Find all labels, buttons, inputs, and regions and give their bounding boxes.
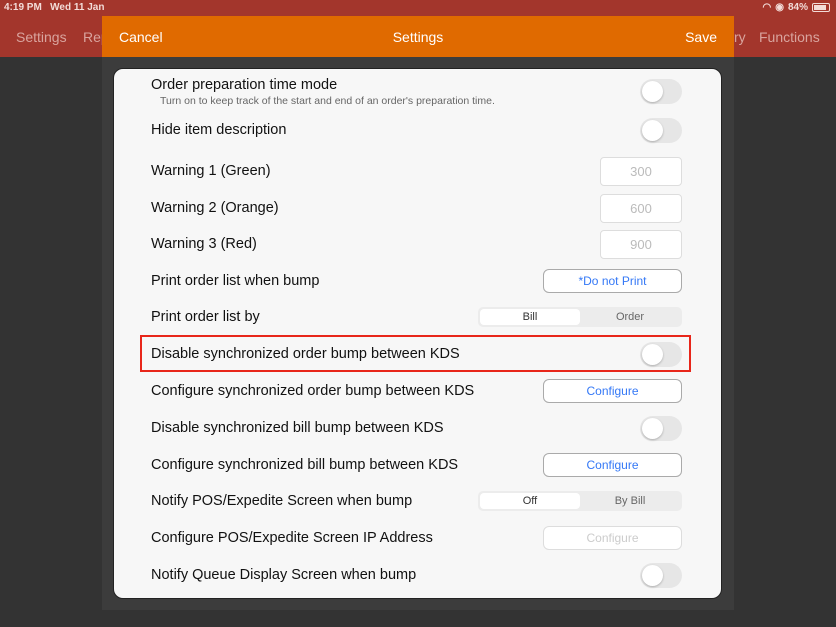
setting-row: Configure synchronized order bump betwee… (151, 373, 682, 409)
toggle-switch[interactable] (640, 562, 682, 588)
setting-label: Order preparation time mode (151, 77, 338, 93)
nav-functions[interactable]: Functions (759, 29, 820, 45)
toggle-switch[interactable] (640, 415, 682, 441)
setting-row: Warning 3 (Red) 900 (151, 226, 682, 262)
toggle-switch[interactable] (640, 79, 682, 104)
setting-label: Configure POS/Expedite Screen IP Address (151, 530, 433, 546)
setting-row: Configure synchronized bill bump between… (151, 447, 682, 483)
setting-label: Print order list when bump (151, 273, 320, 289)
configure-button[interactable]: Configure (543, 453, 682, 477)
setting-label: Disable synchronized bill bump between K… (151, 420, 444, 436)
orientation-lock-icon: ◉ (775, 2, 784, 13)
setting-row: Order preparation time mode Turn on to ke… (151, 69, 682, 107)
segment-option[interactable]: Off (480, 493, 580, 509)
setting-description: Turn on to keep track of the start and e… (160, 95, 495, 107)
configure-button[interactable]: Configure (543, 526, 682, 550)
battery-percent: 84% (787, 2, 808, 13)
settings-modal: Cancel Settings Save Order preparation t… (102, 16, 734, 610)
setting-label: Configure synchronized bill bump between… (151, 457, 459, 473)
settings-list[interactable]: Order preparation time mode Turn on to ke… (113, 68, 722, 599)
segment-option[interactable]: Bill (480, 309, 580, 325)
battery-icon (812, 3, 830, 12)
setting-row: Notify Queue Display Screen when bump (151, 557, 682, 593)
setting-row: Disable synchronized bill bump between K… (151, 410, 682, 446)
setting-row: Print order list by Bill Order (151, 299, 682, 335)
warning-input[interactable]: 900 (600, 229, 682, 259)
setting-label: Hide item description (151, 122, 287, 138)
modal-header: Cancel Settings Save (102, 16, 734, 57)
configure-button[interactable]: Configure (543, 379, 682, 403)
configure-button[interactable]: *Do not Print (543, 269, 682, 293)
highlight-box (140, 335, 691, 372)
setting-row: Hide item description (151, 112, 682, 148)
warning-input[interactable]: 600 (600, 193, 682, 223)
status-bar: 4:19 PM Wed 11 Jan ◠ ◉ 84% (0, 0, 836, 16)
warning-input[interactable]: 300 (600, 156, 682, 186)
setting-row: Configure POS/Expedite Screen IP Address… (151, 520, 682, 556)
setting-row: Notify POS/Expedite Screen when bump Off B… (151, 483, 682, 519)
setting-label: Print order list by (151, 309, 260, 325)
setting-label: Warning 3 (Red) (151, 236, 257, 252)
setting-label: Configure synchronized order bump betwee… (151, 383, 475, 399)
toggle-switch[interactable] (640, 117, 682, 143)
save-button[interactable]: Save (685, 29, 717, 45)
segment-option[interactable]: By Bill (580, 493, 680, 509)
segment-option[interactable]: Order (580, 309, 680, 325)
modal-title: Settings (392, 29, 444, 45)
segmented-control[interactable]: Off By Bill (478, 491, 682, 511)
wifi-icon: ◠ (762, 2, 772, 13)
setting-label: Warning 1 (Green) (151, 163, 271, 179)
nav-history[interactable]: ry (734, 29, 746, 45)
setting-label: Notify Queue Display Screen when bump (151, 567, 417, 583)
segmented-control[interactable]: Bill Order (478, 307, 682, 327)
setting-row: Warning 2 (Orange) 600 (151, 190, 682, 226)
setting-row: Print order list when bump *Do not Print (151, 263, 682, 299)
status-time: 4:19 PM Wed 11 Jan (4, 2, 105, 13)
setting-label: Notify POS/Expedite Screen when bump (151, 493, 413, 509)
nav-settings[interactable]: Settings (16, 29, 67, 45)
setting-row: Warning 1 (Green) 300 (151, 153, 682, 189)
setting-label: Warning 2 (Orange) (151, 200, 279, 216)
